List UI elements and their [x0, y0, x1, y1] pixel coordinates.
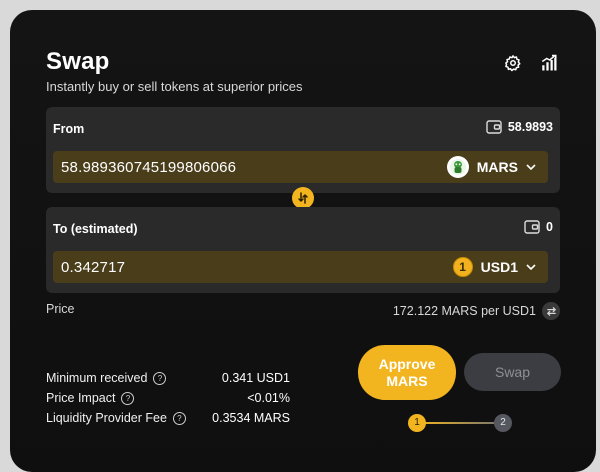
help-icon[interactable]: ?	[121, 391, 135, 405]
stat-label: Liquidity Provider Fee	[46, 411, 167, 425]
bar-chart-icon[interactable]	[539, 53, 559, 73]
mars-token-icon	[446, 156, 469, 178]
step-2: 2	[494, 414, 512, 432]
swap-arrows-icon	[298, 192, 308, 204]
price-value: 172.122 MARS per USD1	[393, 302, 560, 320]
to-token-select[interactable]: 1 USD1	[452, 257, 548, 277]
from-balance[interactable]: 58.9893	[486, 120, 553, 134]
chevron-down-icon	[526, 263, 536, 270]
help-icon[interactable]: ?	[172, 411, 186, 425]
price-label: Price	[46, 302, 75, 316]
from-panel: From 58.9893 58.989360745199806066 MARS	[46, 107, 560, 193]
stat-value: 0.3534 MARS	[212, 411, 290, 425]
usd1-token-icon: 1	[452, 257, 473, 277]
from-label: From	[53, 122, 85, 136]
invert-price-button[interactable]	[542, 302, 560, 320]
to-balance-value: 0	[546, 220, 553, 234]
to-amount-input[interactable]: 0.342717	[53, 259, 453, 276]
approve-label-line2: MARS	[386, 372, 428, 389]
to-balance[interactable]: 0	[524, 220, 553, 234]
wallet-icon	[524, 220, 540, 234]
from-amount-field[interactable]: 58.989360745199806066 MARS	[53, 151, 548, 183]
swap-button[interactable]: Swap	[464, 353, 561, 391]
from-token-label: MARS	[476, 159, 518, 175]
price-rate-text: 172.122 MARS per USD1	[392, 304, 536, 318]
swap-card: Swap Instantly buy or sell tokens at sup…	[10, 10, 596, 472]
from-balance-value: 58.9893	[507, 120, 553, 134]
to-token-label: USD1	[480, 259, 518, 275]
from-amount-input[interactable]: 58.989360745199806066	[53, 159, 447, 176]
switch-direction-button[interactable]	[292, 187, 314, 209]
swap-stats: Minimum received ? 0.341 USD1 Price Impa…	[46, 368, 290, 428]
stat-value: <0.01%	[247, 391, 290, 405]
step-indicator: 1 2	[408, 414, 512, 432]
page-subtitle: Instantly buy or sell tokens at superior…	[46, 79, 303, 94]
stat-row-minimum-received: Minimum received ? 0.341 USD1	[46, 368, 290, 388]
to-label: To (estimated)	[53, 222, 138, 236]
stat-row-liquidity-fee: Liquidity Provider Fee ? 0.3534 MARS	[46, 408, 290, 428]
step-progress-line	[418, 422, 502, 424]
gear-icon[interactable]	[503, 53, 523, 73]
from-token-select[interactable]: MARS	[446, 156, 548, 178]
stat-value: 0.341 USD1	[221, 371, 290, 385]
stat-row-price-impact: Price Impact ? <0.01%	[46, 388, 290, 408]
page-title: Swap	[46, 48, 110, 75]
chevron-down-icon	[526, 163, 536, 170]
to-panel: To (estimated) 0 0.342717 1 USD1	[46, 207, 560, 293]
help-icon[interactable]: ?	[153, 371, 167, 385]
to-amount-field[interactable]: 0.342717 1 USD1	[53, 251, 548, 283]
step-1: 1	[408, 414, 426, 432]
approve-button[interactable]: Approve MARS	[358, 345, 456, 400]
stat-label: Minimum received	[46, 371, 148, 385]
wallet-icon	[486, 120, 502, 134]
stat-label: Price Impact	[46, 391, 116, 405]
refresh-icon	[546, 306, 556, 316]
approve-label-line1: Approve	[378, 355, 436, 372]
